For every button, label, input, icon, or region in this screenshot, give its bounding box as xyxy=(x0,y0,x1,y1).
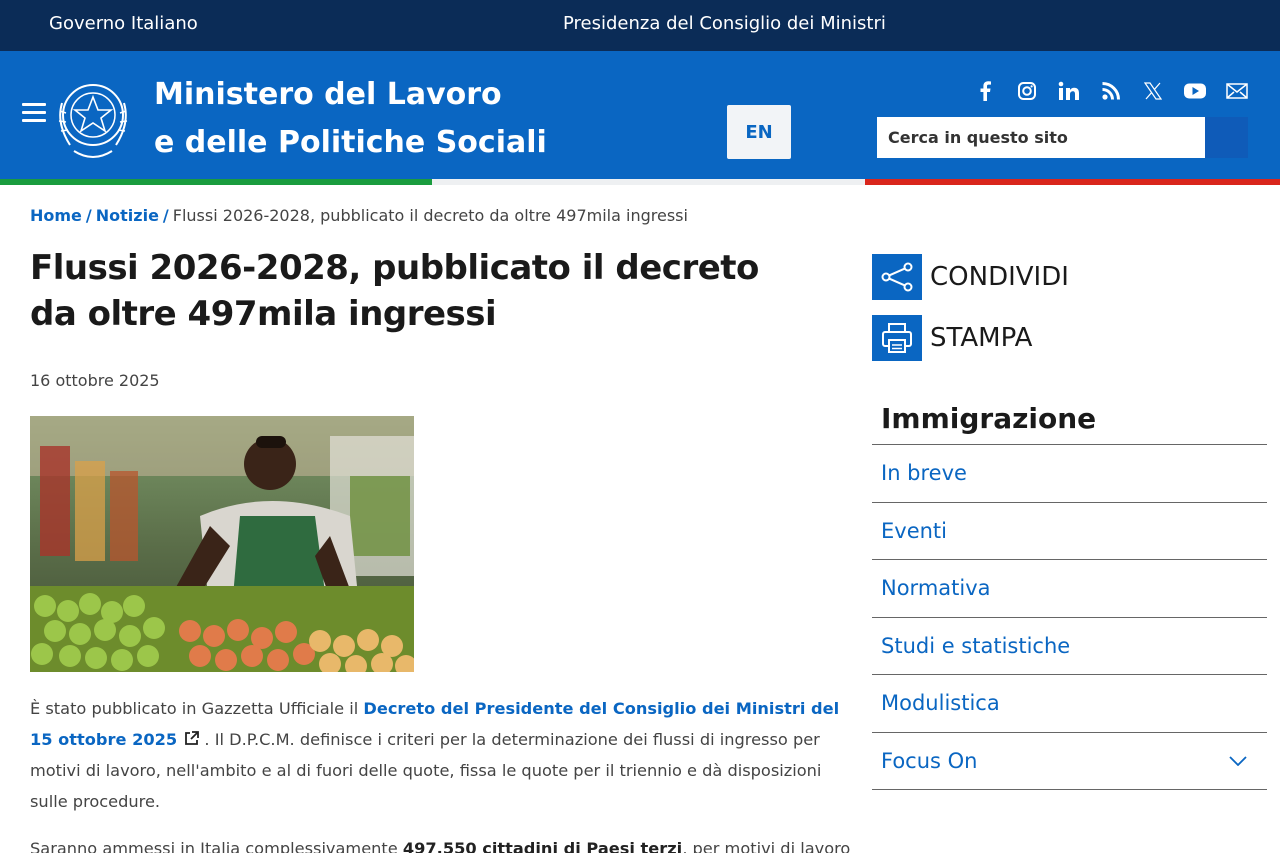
sidebar-section-title: Immigrazione xyxy=(881,402,1097,435)
facebook-icon[interactable] xyxy=(964,77,1006,105)
breadcrumb-current: Flussi 2026-2028, pubblicato il decreto … xyxy=(172,206,688,225)
linkedin-icon[interactable] xyxy=(1048,77,1090,105)
search-input[interactable]: Cerca in questo sito xyxy=(877,117,1205,158)
sidebar-item-modulistica[interactable]: Modulistica xyxy=(872,675,1267,733)
youtube-icon[interactable] xyxy=(1174,77,1216,105)
sidebar-nav: In breve Eventi Normativa Studi e statis… xyxy=(872,444,1267,790)
print-icon xyxy=(872,315,922,361)
p2-text-start: Saranno ammessi in Italia complessivamen… xyxy=(30,839,403,853)
sidebar-item-focus-on[interactable]: Focus On xyxy=(872,733,1267,790)
flag-strip-red xyxy=(865,179,1280,185)
hamburger-menu-icon[interactable] xyxy=(22,103,46,123)
p2-bold-text: 497.550 cittadini di Paesi terzi xyxy=(402,839,683,853)
p1-text-start: È stato pubblicato in Gazzetta Ufficiale… xyxy=(30,699,364,718)
brand-title-line2[interactable]: e delle Politiche Sociali xyxy=(154,125,547,160)
print-label: STAMPA xyxy=(930,323,1033,353)
brand-title-line1[interactable]: Ministero del Lavoro xyxy=(154,77,502,112)
breadcrumb-notizie-link[interactable]: Notizie xyxy=(96,206,159,225)
article-paragraph-2: Saranno ammessi in Italia complessivamen… xyxy=(30,833,850,853)
flag-strip-white xyxy=(432,179,865,185)
sidebar-item-label: Normativa xyxy=(881,576,991,601)
mail-icon[interactable] xyxy=(1216,77,1258,105)
share-icon xyxy=(872,254,922,300)
print-button[interactable]: STAMPA xyxy=(872,315,1032,361)
sidebar-item-label: Eventi xyxy=(881,518,947,543)
breadcrumb: Home / Notizie / Flussi 2026-2028, pubblicat… xyxy=(30,206,688,225)
rss-icon[interactable] xyxy=(1090,77,1132,105)
language-en-button[interactable]: EN xyxy=(727,105,791,159)
sidebar-item-studi-e-statistiche[interactable]: Studi e statistiche xyxy=(872,618,1267,675)
instagram-icon[interactable] xyxy=(1006,77,1048,105)
republic-emblem-icon[interactable] xyxy=(52,73,134,163)
p2-text-end: , per motivi di lavoro xyxy=(682,839,851,853)
share-button[interactable]: CONDIVIDI xyxy=(872,254,1069,300)
social-links xyxy=(964,77,1258,105)
presidenza-link[interactable]: Presidenza del Consiglio dei Ministri xyxy=(563,13,886,34)
publish-date: 16 ottobre 2025 xyxy=(30,371,160,390)
x-icon[interactable] xyxy=(1132,77,1174,105)
breadcrumb-home-link[interactable]: Home xyxy=(30,206,82,225)
article-paragraph-1: È stato pubblicato in Gazzetta Ufficiale… xyxy=(30,693,845,817)
sidebar-item-eventi[interactable]: Eventi xyxy=(872,503,1267,560)
sidebar-item-in-breve[interactable]: In breve xyxy=(872,445,1267,503)
page-title: Flussi 2026-2028, pubblicato il decreto … xyxy=(30,248,759,334)
flag-strip-green xyxy=(0,179,432,185)
sidebar-item-normativa[interactable]: Normativa xyxy=(872,560,1267,618)
slim-header: Governo Italiano Presidenza del Consigli… xyxy=(0,0,1280,51)
article-image xyxy=(30,416,414,672)
search-button[interactable] xyxy=(1205,117,1248,158)
main-header: Ministero del Lavoro e delle Politiche S… xyxy=(0,51,1280,179)
sidebar-item-label: Focus On xyxy=(881,748,978,773)
governo-italiano-link[interactable]: Governo Italiano xyxy=(49,13,198,34)
chevron-down-icon xyxy=(1229,756,1247,766)
sidebar-item-label: In breve xyxy=(881,461,967,486)
sidebar-item-label: Studi e statistiche xyxy=(881,633,1071,658)
share-label: CONDIVIDI xyxy=(930,262,1069,292)
sidebar-item-label: Modulistica xyxy=(881,691,1000,716)
external-link-icon xyxy=(185,731,200,745)
